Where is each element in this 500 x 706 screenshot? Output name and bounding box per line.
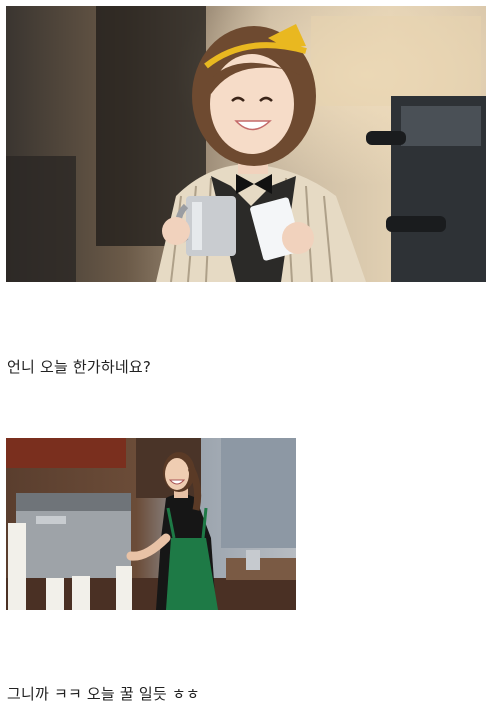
barista-photo-2	[6, 438, 296, 610]
post-body: 언니 오늘 한가하네요? 그니까 ㅋㅋ 오늘 꿀 일듯 ㅎㅎ	[0, 0, 500, 706]
barista-photo-2-image	[6, 438, 296, 610]
caption-2: 그니까 ㅋㅋ 오늘 꿀 일듯 ㅎㅎ	[7, 685, 200, 703]
caption-1: 언니 오늘 한가하네요?	[7, 358, 152, 376]
barista-photo-1-image	[6, 6, 486, 282]
barista-photo-1	[6, 6, 486, 282]
